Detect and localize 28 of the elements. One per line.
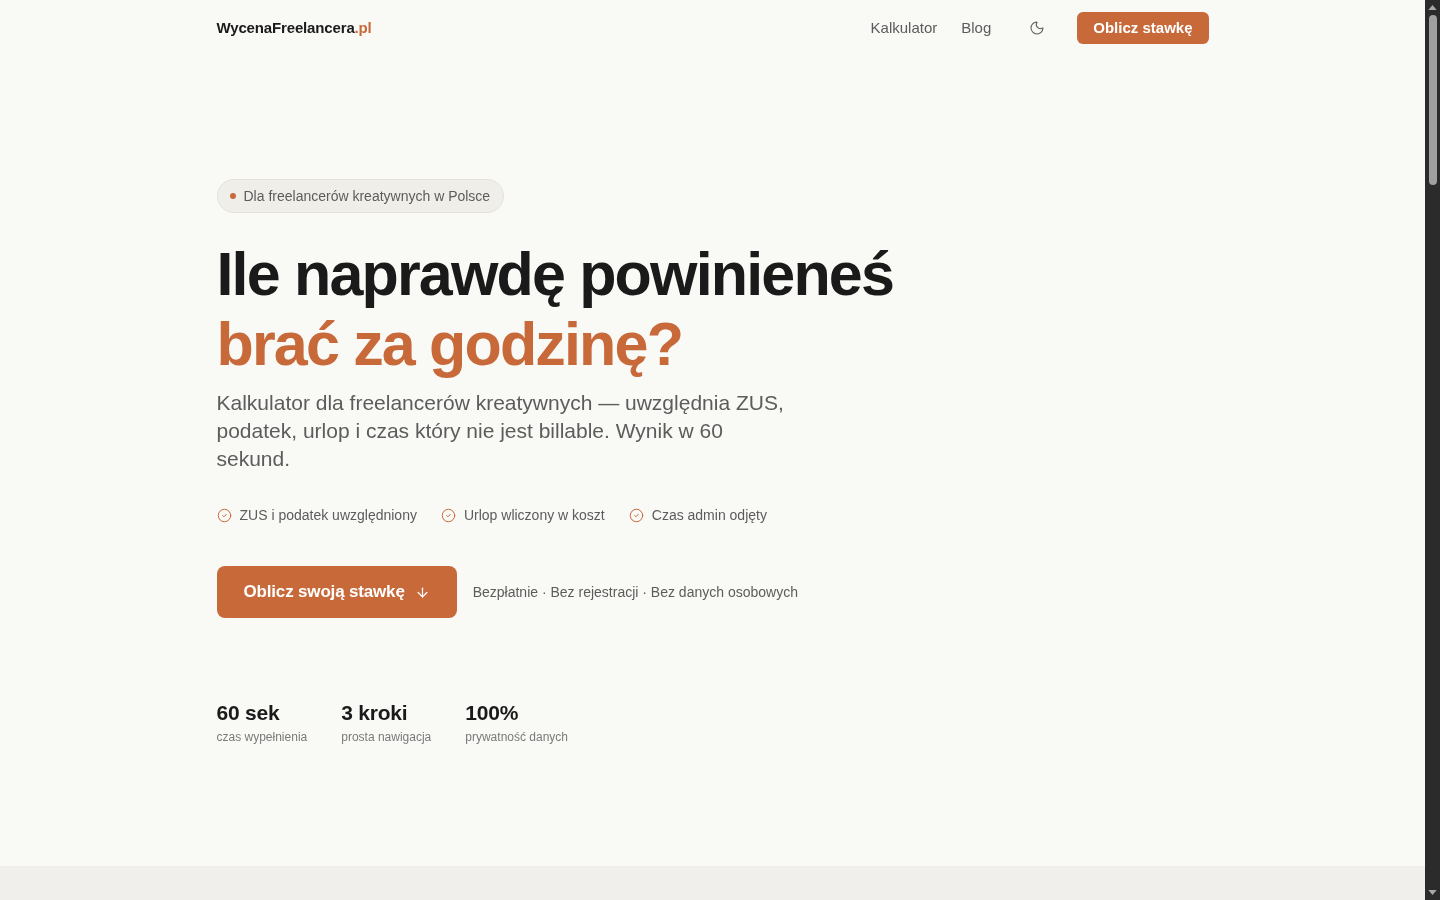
stat-value: 100% — [465, 700, 520, 726]
header-cta-button[interactable]: Oblicz stawkę — [1077, 12, 1209, 44]
stat-value: 3 kroki — [341, 700, 409, 726]
check-circle-icon — [628, 508, 644, 523]
badge-text: Dla freelancerów kreatywnych w Polsce — [243, 186, 491, 206]
scroll-down-arrow-icon[interactable] — [1428, 890, 1437, 895]
cta-note: Bezpłatnie · Bez rejestracji · Bez danych osobowych — [472, 582, 798, 602]
nav-link[interactable]: Blog — [961, 16, 992, 40]
headline-accent: brać za godzinę? — [216, 309, 683, 379]
headline: Ile naprawdę powinieneś — [216, 239, 894, 309]
check-circle-icon — [440, 508, 456, 523]
stat-label: prosta nawigacja — [341, 729, 432, 746]
logo-link[interactable]: WycenaFreelancera.pl — [216, 16, 372, 40]
moon-icon — [1029, 20, 1046, 36]
calculate-rate-button[interactable]: Oblicz swoją stawkę — [216, 566, 457, 618]
scrollbar-thumb[interactable] — [1428, 15, 1437, 185]
feature-text: Urlop wliczony w koszt — [463, 506, 605, 525]
feature-text: Czas admin odjęty — [651, 506, 767, 525]
stat-label: prywatność danych — [465, 729, 568, 746]
check-circle-icon — [216, 508, 232, 523]
scroll-up-arrow-icon[interactable] — [1428, 5, 1437, 10]
stat-value: 60 sek — [216, 700, 281, 726]
feature-text: ZUS i podatek uwzględniony — [239, 506, 417, 525]
scrollbar[interactable] — [1425, 0, 1440, 900]
stat-label: czas wypełnienia — [216, 729, 308, 746]
arrow-down-icon — [414, 584, 430, 600]
lead-paragraph: Kalkulator dla freelancerów kreatywnych — uwzględnia ZUS, podatek, urlop i czas który nie jest billable. Wynik w 60 sekund. — [216, 390, 785, 472]
nav-link[interactable]: Kalkulator — [870, 16, 938, 40]
